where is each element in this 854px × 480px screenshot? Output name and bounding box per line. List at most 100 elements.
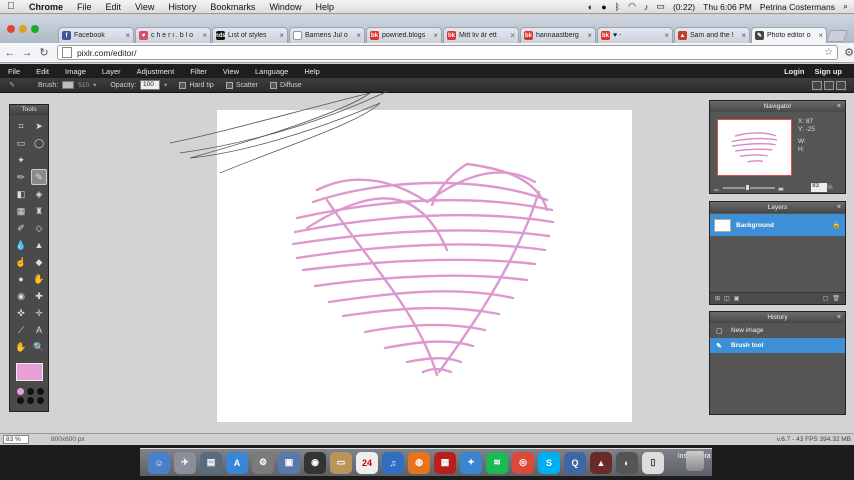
sharpen-tool-icon[interactable]: ▲ [31,237,47,253]
photo-icon[interactable]: ▲ [590,451,612,474]
status-zoom[interactable]: 83 % [3,435,29,444]
bluetooth-icon[interactable]: ᛒ [615,2,620,12]
navigator-thumbnail[interactable] [717,119,792,176]
url-text[interactable]: pixlr.com/editor/ [77,48,137,58]
pixlr-menu-file[interactable]: File [0,67,28,76]
pixlr-menu-layer[interactable]: Layer [94,67,129,76]
spotify-status-icon[interactable]: ● [601,2,606,12]
chevron-down-icon[interactable]: ▾ [93,81,96,89]
pixlr-menu-image[interactable]: Image [57,67,94,76]
zoom-tool-icon[interactable]: 🔍 [31,339,47,355]
default-colors-icon[interactable] [17,397,24,404]
tab-barnens-jul[interactable]: Barnens Jul o × [289,27,365,43]
menu-history[interactable]: History [161,2,203,12]
forward-arrow-icon[interactable]: → [20,47,34,59]
zoom-slider-knob[interactable] [744,183,750,191]
lock-icon[interactable]: 🔒 [832,221,841,229]
calendar-icon[interactable]: 24 [356,451,378,474]
mini-fg-swatch[interactable] [17,388,24,395]
pencil-tool-icon[interactable]: ✏ [13,169,29,185]
photo-booth-icon[interactable]: ▦ [434,451,456,474]
drawing-tool-icon[interactable]: ◇ [31,220,47,236]
minimize-window-button[interactable] [19,25,27,33]
new-layer-icon[interactable]: ▢ [823,295,829,302]
spotlight-icon[interactable]: ⌕ [843,1,848,12]
gradient-tool-icon[interactable]: ▦ [13,203,29,219]
history-item-new-image[interactable]: ▢ New image [710,323,845,338]
minimize-workspace-icon[interactable] [812,80,822,90]
tab-powned[interactable]: bk powned.blogs × [366,27,442,43]
signup-link[interactable]: Sign up [815,67,843,76]
close-tab-icon[interactable]: × [433,31,438,40]
close-tab-icon[interactable]: × [510,31,515,40]
close-icon[interactable]: × [837,101,841,112]
volume-icon[interactable]: ♪ [644,2,649,12]
close-workspace-icon[interactable] [836,80,846,90]
finder-icon[interactable]: ☺ [148,451,170,474]
close-tab-icon[interactable]: × [356,31,361,40]
close-tab-icon[interactable]: × [125,31,130,40]
menu-app-name[interactable]: Chrome [22,2,70,12]
close-tab-icon[interactable]: × [587,31,592,40]
move-tool-icon[interactable]: ➤ [31,118,47,134]
apple-icon[interactable]:  [0,1,22,12]
camera-icon[interactable]: ◉ [304,451,326,474]
system-preferences-icon[interactable]: ⚙ [252,451,274,474]
wrench-menu-icon[interactable]: ⚙ [844,46,854,59]
bookmark-star-icon[interactable]: ☆ [824,47,833,58]
zoom-slider[interactable] [722,183,775,191]
menu-window[interactable]: Window [262,2,308,12]
burn-tool-icon[interactable]: ✋ [31,271,47,287]
marquee-tool-icon[interactable]: ▭ [13,135,29,151]
layer-style-icon[interactable]: ▣ [734,295,740,302]
itunes-icon[interactable]: ♫ [382,451,404,474]
mini-swatch[interactable] [27,397,34,404]
close-window-button[interactable] [7,25,15,33]
brush-tool-button[interactable]: ✎ [31,169,47,185]
blur-tool-icon[interactable]: 💧 [13,237,29,253]
login-link[interactable]: Login [784,67,804,76]
dodge-tool-icon[interactable]: ● [13,271,29,287]
tab-mitt-liv[interactable]: bk Mitt liv är ett × [443,27,519,43]
swap-colors-icon[interactable] [37,388,44,395]
delete-layer-icon[interactable]: 🗑 [832,295,840,302]
stamp-tool-icon[interactable]: ♜ [31,203,47,219]
clock[interactable]: Thu 6:06 PM [703,2,752,12]
close-tab-icon[interactable]: × [741,31,746,40]
pixlr-menu-edit[interactable]: Edit [28,67,57,76]
paint-bucket-tool-icon[interactable]: ◈ [31,186,47,202]
close-tab-icon[interactable]: × [279,31,284,40]
skype-icon[interactable]: S [538,451,560,474]
tab-facebook[interactable]: f Facebook × [58,27,134,43]
launchpad-icon[interactable]: ✈ [174,451,196,474]
close-tab-icon[interactable]: × [202,31,207,40]
reload-icon[interactable]: ↻ [37,46,51,59]
history-item-brush-tool[interactable]: ✎ Brush tool [710,338,845,353]
hand-tool-icon[interactable]: ✋ [13,339,29,355]
quicktime-icon[interactable]: Q [564,451,586,474]
close-icon[interactable]: × [837,312,841,323]
document-icon[interactable]: ▯ [642,451,664,474]
firefox-icon[interactable]: ◍ [408,451,430,474]
eraser-tool-icon[interactable]: ◧ [13,186,29,202]
menu-help[interactable]: Help [308,2,341,12]
zoom-window-button[interactable] [31,25,39,33]
red-eye-tool-icon[interactable]: ◉ [13,288,29,304]
menu-file[interactable]: File [70,2,99,12]
close-icon[interactable]: × [837,202,841,213]
back-arrow-icon[interactable]: ← [3,47,17,59]
tab-hannaastberg[interactable]: bk hannaastberg × [520,27,596,43]
mission-control-icon[interactable]: ▤ [200,451,222,474]
new-tab-button[interactable] [825,30,849,42]
pinch-tool-icon[interactable]: ✛ [31,305,47,321]
menu-view[interactable]: View [128,2,161,12]
tab-list-of-styles[interactable]: nds List of styles × [212,27,288,43]
trash-icon[interactable] [686,451,704,471]
tab-photo-editor[interactable]: ✎ Photo editor o × [751,27,827,43]
mini-swatch[interactable] [37,397,44,404]
close-tab-icon[interactable]: × [818,31,823,40]
layer-mask-icon[interactable]: ◫ [724,295,730,302]
spot-heal-tool-icon[interactable]: ✚ [31,288,47,304]
tab-cheri[interactable]: ♥ c h e r i . b l o × [135,27,211,43]
lasso-tool-icon[interactable]: ◯ [31,135,47,151]
